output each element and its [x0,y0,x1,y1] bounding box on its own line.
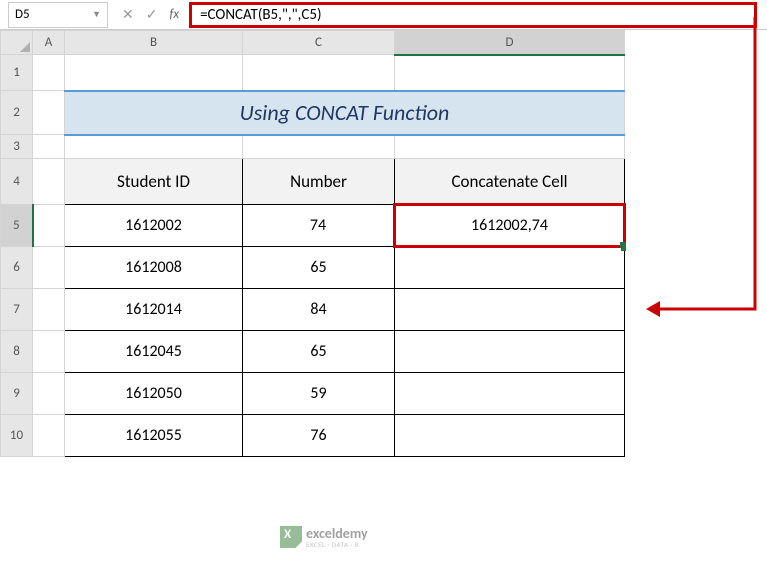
col-header-C[interactable]: C [243,31,395,55]
row-4: 4 Student ID Number Concatenate Cell [1,159,625,205]
cell-C1[interactable] [243,55,395,91]
cell-D10[interactable] [395,415,625,457]
row-header-1[interactable]: 1 [1,55,33,91]
row-header-3[interactable]: 3 [1,135,33,159]
enter-icon[interactable]: ✓ [146,6,158,23]
row-6: 6 1612008 65 [1,247,625,289]
cell-A6[interactable] [33,247,65,289]
formula-bar-input[interactable]: =CONCAT(B5,",",C5) [189,2,757,28]
row-header-2[interactable]: 2 [1,91,33,135]
header-student-id[interactable]: Student ID [65,159,243,205]
watermark-logo-icon [280,526,302,548]
arrow-head-icon [646,301,660,317]
cell-A3[interactable] [33,135,65,159]
grid-table: A B C D 1 2 Using CONCAT Function 3 4 [0,30,626,457]
header-number[interactable]: Number [243,159,395,205]
merged-title-cell[interactable]: Using CONCAT Function [65,91,625,135]
cell-A7[interactable] [33,289,65,331]
watermark: exceldemy EXCEL · DATA · B [280,526,368,548]
cell-A10[interactable] [33,415,65,457]
row-5: 5 1612002 74 1612002,74 [1,205,625,247]
cell-A5[interactable] [33,205,65,247]
cell-D6[interactable] [395,247,625,289]
cell-C9[interactable]: 59 [243,373,395,415]
row-10: 10 1612055 76 [1,415,625,457]
name-formula-bar: D5 ▼ ✕ ✓ fx =CONCAT(B5,",",C5) [0,0,767,30]
cell-C5[interactable]: 74 [243,205,395,247]
spreadsheet-grid: A B C D 1 2 Using CONCAT Function 3 4 [0,30,767,457]
row-header-10[interactable]: 10 [1,415,33,457]
cell-D1[interactable] [395,55,625,91]
cell-A2[interactable] [33,91,65,135]
row-header-4[interactable]: 4 [1,159,33,205]
row-header-5[interactable]: 5 [1,205,33,247]
cell-D3[interactable] [395,135,625,159]
formula-bar-icons: ✕ ✓ fx [112,6,189,23]
cell-D7[interactable] [395,289,625,331]
row-header-9[interactable]: 9 [1,373,33,415]
col-header-B[interactable]: B [65,31,243,55]
name-box[interactable]: D5 ▼ [8,2,108,28]
row-1: 1 [1,55,625,91]
formula-text: =CONCAT(B5,",",C5) [200,6,321,24]
watermark-brand: exceldemy [306,527,368,541]
cell-D9[interactable] [395,373,625,415]
cell-C7[interactable]: 84 [243,289,395,331]
watermark-text: exceldemy EXCEL · DATA · B [306,527,368,548]
cell-B5[interactable]: 1612002 [65,205,243,247]
cell-D5-active[interactable]: 1612002,74 [395,205,625,247]
row-header-6[interactable]: 6 [1,247,33,289]
cell-A1[interactable] [33,55,65,91]
cell-B7[interactable]: 1612014 [65,289,243,331]
cell-B1[interactable] [65,55,243,91]
cell-C3[interactable] [243,135,395,159]
row-8: 8 1612045 65 [1,331,625,373]
column-header-row: A B C D [1,31,625,55]
cell-B10[interactable]: 1612055 [65,415,243,457]
cell-B6[interactable]: 1612008 [65,247,243,289]
cell-B9[interactable]: 1612050 [65,373,243,415]
watermark-tagline: EXCEL · DATA · B [306,541,368,548]
cell-A9[interactable] [33,373,65,415]
name-box-value: D5 [15,7,30,22]
row-header-7[interactable]: 7 [1,289,33,331]
fx-icon[interactable]: fx [169,7,179,22]
col-header-D[interactable]: D [395,31,625,55]
chevron-down-icon[interactable]: ▼ [92,9,101,20]
cell-C8[interactable]: 65 [243,331,395,373]
row-header-8[interactable]: 8 [1,331,33,373]
row-2: 2 Using CONCAT Function [1,91,625,135]
row-7: 7 1612014 84 [1,289,625,331]
row-3: 3 [1,135,625,159]
header-concatenate[interactable]: Concatenate Cell [395,159,625,205]
row-9: 9 1612050 59 [1,373,625,415]
select-all-corner[interactable] [1,31,33,55]
cell-C6[interactable]: 65 [243,247,395,289]
cell-C10[interactable]: 76 [243,415,395,457]
cell-B3[interactable] [65,135,243,159]
cell-D8[interactable] [395,331,625,373]
cell-A8[interactable] [33,331,65,373]
cell-A4[interactable] [33,159,65,205]
cancel-icon[interactable]: ✕ [122,6,134,23]
col-header-A[interactable]: A [33,31,65,55]
cell-B8[interactable]: 1612045 [65,331,243,373]
